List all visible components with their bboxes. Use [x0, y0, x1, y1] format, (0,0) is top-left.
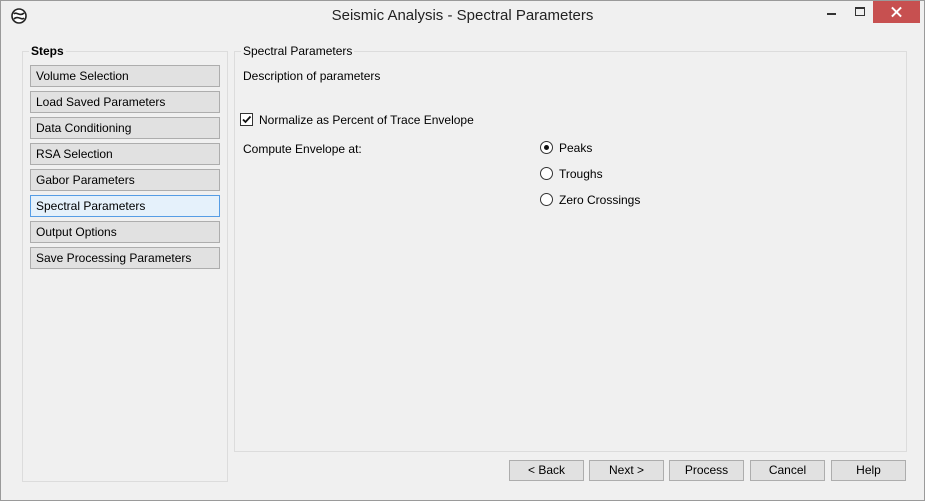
envelope-troughs-radio[interactable]	[540, 167, 553, 180]
close-button[interactable]	[873, 1, 920, 23]
step-load-saved-parameters[interactable]: Load Saved Parameters	[30, 91, 220, 113]
compute-envelope-label: Compute Envelope at:	[243, 142, 362, 156]
step-gabor-parameters[interactable]: Gabor Parameters	[30, 169, 220, 191]
back-button[interactable]: < Back	[509, 460, 584, 481]
steps-legend: Steps	[29, 44, 66, 58]
step-spectral-parameters[interactable]: Spectral Parameters	[30, 195, 220, 217]
normalize-label[interactable]: Normalize as Percent of Trace Envelope	[259, 113, 474, 127]
envelope-zero-crossings-radio[interactable]	[540, 193, 553, 206]
envelope-peaks-radio[interactable]	[540, 141, 553, 154]
spectral-parameters-legend: Spectral Parameters	[241, 44, 355, 58]
step-save-processing-parameters[interactable]: Save Processing Parameters	[30, 247, 220, 269]
title-bar: Seismic Analysis - Spectral Parameters	[1, 1, 924, 31]
minimize-button[interactable]	[817, 1, 845, 23]
parameters-description: Description of parameters	[243, 69, 381, 83]
process-button[interactable]: Process	[669, 460, 744, 481]
step-volume-selection[interactable]: Volume Selection	[30, 65, 220, 87]
envelope-troughs-label[interactable]: Troughs	[559, 167, 603, 181]
checkmark-icon	[242, 115, 252, 124]
app-window: Seismic Analysis - Spectral Parameters S…	[0, 0, 925, 501]
help-button[interactable]: Help	[831, 460, 906, 481]
envelope-peaks-label[interactable]: Peaks	[559, 141, 592, 155]
step-output-options[interactable]: Output Options	[30, 221, 220, 243]
step-data-conditioning[interactable]: Data Conditioning	[30, 117, 220, 139]
maximize-button[interactable]	[846, 1, 874, 23]
step-rsa-selection[interactable]: RSA Selection	[30, 143, 220, 165]
normalize-checkbox[interactable]	[240, 113, 253, 126]
next-button[interactable]: Next >	[589, 460, 664, 481]
window-title: Seismic Analysis - Spectral Parameters	[331, 7, 594, 24]
cancel-button[interactable]: Cancel	[750, 460, 825, 481]
spectral-parameters-panel	[234, 51, 907, 452]
envelope-zero-crossings-label[interactable]: Zero Crossings	[559, 193, 640, 207]
